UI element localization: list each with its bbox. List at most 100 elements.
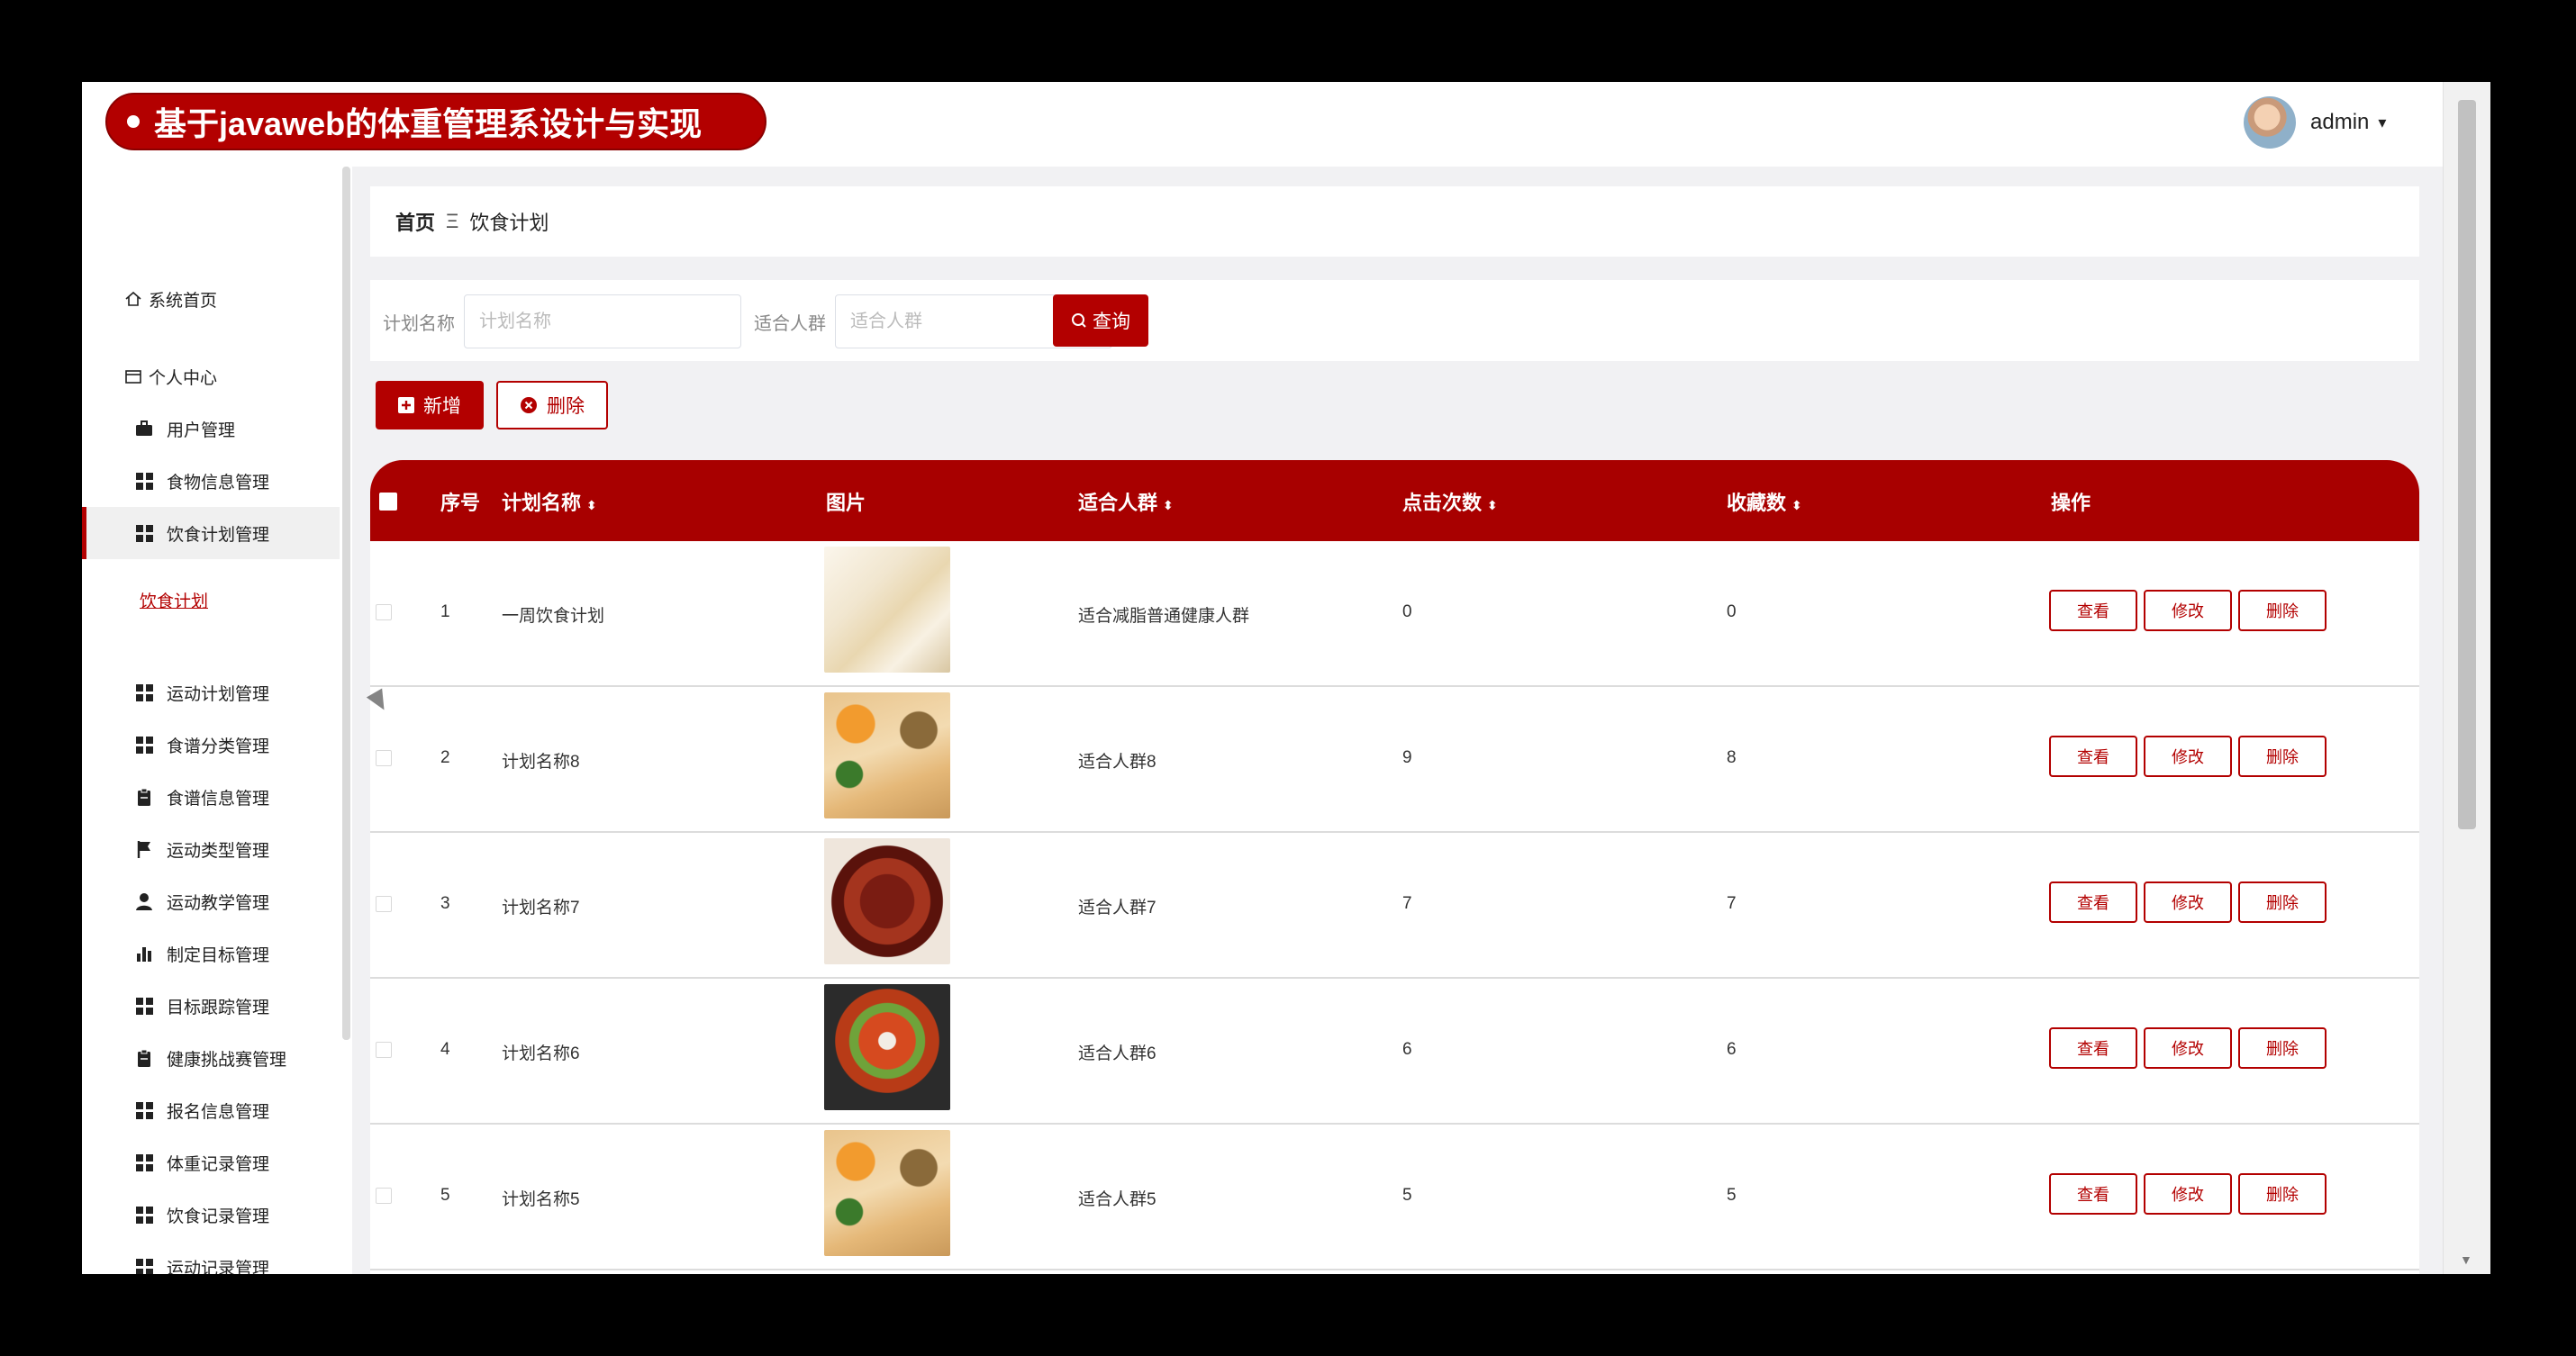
search-button[interactable]: 查询 xyxy=(1053,294,1148,347)
edit-button[interactable]: 修改 xyxy=(2144,736,2232,777)
grid-icon xyxy=(134,1153,154,1172)
scroll-down-icon[interactable]: ▼ xyxy=(2460,1252,2472,1267)
view-button[interactable]: 查看 xyxy=(2049,881,2137,923)
diet-plan-table: 序号 计划名称 ⬍ 图片 适合人群 ⬍ 点击次数 ⬍ 收藏数 ⬍ 操作 1 一周饮食计划适… xyxy=(370,460,2419,1274)
sidebar-item[interactable]: 食谱信息管理 xyxy=(82,771,340,823)
sidebar-item-label: 食谱分类管理 xyxy=(167,737,270,756)
header-crowd[interactable]: 适合人群 ⬍ xyxy=(1078,487,1174,516)
batch-delete-button[interactable]: 删除 xyxy=(496,381,608,429)
app-window: 基于javaweb的体重管理系设计与实现 admin ▾ ▼ 系统首页 个人中心… xyxy=(82,82,2490,1274)
grid-icon xyxy=(134,683,154,702)
view-button[interactable]: 查看 xyxy=(2049,590,2137,631)
cell-clicks: 5 xyxy=(1402,1186,1412,1205)
breadcrumb-separator-icon: Ξ xyxy=(446,210,459,232)
sidebar-item[interactable]: 目标跟踪管理 xyxy=(82,980,340,1032)
header-crowd-label: 适合人群 xyxy=(1078,492,1158,514)
sort-icon[interactable]: ⬍ xyxy=(1487,498,1498,512)
sidebar-item-label: 系统首页 xyxy=(149,291,218,311)
sidebar-scrollbar[interactable] xyxy=(342,167,350,1040)
sidebar-item-label: 体重记录管理 xyxy=(167,1154,270,1174)
row-delete-button[interactable]: 删除 xyxy=(2238,736,2327,777)
header-plan-name[interactable]: 计划名称 ⬍ xyxy=(502,487,597,516)
page-scrollbar[interactable]: ▼ xyxy=(2443,82,2490,1274)
row-checkbox[interactable] xyxy=(376,1188,392,1204)
cell-crowd: 适合人群6 xyxy=(1078,1044,1156,1063)
header-favorites[interactable]: 收藏数 ⬍ xyxy=(1727,487,1802,516)
cell-favorites: 8 xyxy=(1727,748,1737,767)
cell-clicks: 0 xyxy=(1402,602,1412,621)
view-button[interactable]: 查看 xyxy=(2049,736,2137,777)
cell-favorites: 5 xyxy=(1727,1186,1737,1205)
sidebar-item[interactable]: 运动计划管理 xyxy=(82,666,340,719)
table-row[interactable]: 1 一周饮食计划 适合减脂普通健康人群 0 0 查看 修改 删除 xyxy=(370,541,2419,687)
sidebar-item[interactable]: 饮食记录管理 xyxy=(82,1189,340,1241)
search-icon xyxy=(1071,312,1087,329)
sidebar-item[interactable]: 用户管理 xyxy=(82,402,340,455)
edit-button[interactable]: 修改 xyxy=(2144,590,2232,631)
table-row[interactable]: 3 计划名称7 适合人群7 7 7 查看 修改 删除 xyxy=(370,833,2419,979)
calendar-icon xyxy=(123,366,143,386)
edit-button[interactable]: 修改 xyxy=(2144,1173,2232,1215)
sidebar-item[interactable]: 运动教学管理 xyxy=(82,875,340,927)
edit-button[interactable]: 修改 xyxy=(2144,1027,2232,1069)
table-header: 序号 计划名称 ⬍ 图片 适合人群 ⬍ 点击次数 ⬍ 收藏数 ⬍ 操作 xyxy=(370,460,2419,541)
view-button[interactable]: 查看 xyxy=(2049,1027,2137,1069)
sidebar-item[interactable]: 食物信息管理 xyxy=(82,455,340,507)
sidebar-item[interactable]: 食谱分类管理 xyxy=(82,719,340,771)
top-header: 基于javaweb的体重管理系设计与实现 admin ▾ xyxy=(82,82,2443,167)
sidebar-item-home[interactable]: 系统首页 xyxy=(82,273,340,325)
plus-square-icon xyxy=(398,397,414,413)
cell-index: 1 xyxy=(440,602,450,621)
sidebar-item[interactable]: 健康挑战赛管理 xyxy=(82,1032,340,1084)
header-clicks[interactable]: 点击次数 ⬍ xyxy=(1402,487,1498,516)
sidebar-item[interactable]: 报名信息管理 xyxy=(82,1084,340,1136)
select-all-checkbox[interactable] xyxy=(379,493,397,511)
row-checkbox[interactable] xyxy=(376,896,392,912)
table-row[interactable]: 5 计划名称5 适合人群5 5 5 查看 修改 删除 xyxy=(370,1125,2419,1270)
cell-index: 2 xyxy=(440,748,450,767)
sidebar-submenu-diet-plan[interactable]: 饮食计划 xyxy=(140,588,208,612)
user-name[interactable]: admin xyxy=(2310,110,2369,135)
sort-icon[interactable]: ⬍ xyxy=(586,498,597,512)
header-operations: 操作 xyxy=(2051,492,2091,514)
cell-clicks: 9 xyxy=(1402,748,1412,767)
plan-image xyxy=(824,547,950,673)
user-icon xyxy=(134,891,154,911)
plan-name-input[interactable] xyxy=(464,294,741,348)
sidebar-item[interactable]: 饮食计划管理 xyxy=(82,507,340,559)
row-checkbox[interactable] xyxy=(376,1042,392,1058)
sidebar-item[interactable]: 运动类型管理 xyxy=(82,823,340,875)
cell-crowd: 适合人群7 xyxy=(1078,899,1156,918)
user-menu[interactable]: admin ▾ xyxy=(2244,96,2386,149)
edit-button[interactable]: 修改 xyxy=(2144,881,2232,923)
scrollbar-thumb[interactable] xyxy=(2458,100,2476,829)
view-button[interactable]: 查看 xyxy=(2049,1173,2137,1215)
cell-favorites: 0 xyxy=(1727,602,1737,621)
row-delete-button[interactable]: 删除 xyxy=(2238,881,2327,923)
chevron-down-icon[interactable]: ▾ xyxy=(2378,113,2386,132)
row-delete-button[interactable]: 删除 xyxy=(2238,1173,2327,1215)
plan-image xyxy=(824,692,950,818)
header-clicks-label: 点击次数 xyxy=(1402,492,1483,514)
table-row[interactable]: 2 计划名称8 适合人群8 9 8 查看 修改 删除 xyxy=(370,687,2419,833)
row-checkbox[interactable] xyxy=(376,604,392,620)
cell-plan-name: 计划名称5 xyxy=(502,1190,580,1209)
row-checkbox[interactable] xyxy=(376,750,392,766)
plan-name-label: 计划名称 xyxy=(383,314,455,334)
sidebar-item-personal-center[interactable]: 个人中心 xyxy=(82,350,340,402)
cell-plan-name: 一周饮食计划 xyxy=(502,607,605,626)
sidebar-item-label: 健康挑战赛管理 xyxy=(167,1050,287,1070)
crowd-label: 适合人群 xyxy=(754,314,826,334)
row-delete-button[interactable]: 删除 xyxy=(2238,1027,2327,1069)
sort-icon[interactable]: ⬍ xyxy=(1791,498,1802,512)
sidebar-item-label: 用户管理 xyxy=(167,420,236,440)
table-row[interactable]: 4 计划名称6 适合人群6 6 6 查看 修改 删除 xyxy=(370,979,2419,1125)
sidebar-item[interactable]: 体重记录管理 xyxy=(82,1136,340,1189)
add-button[interactable]: 新增 xyxy=(376,381,484,429)
sidebar-item[interactable]: 运动记录管理 xyxy=(82,1241,340,1274)
breadcrumb-home[interactable]: 首页 xyxy=(395,207,435,236)
sidebar-item[interactable]: 制定目标管理 xyxy=(82,927,340,980)
row-delete-button[interactable]: 删除 xyxy=(2238,590,2327,631)
avatar[interactable] xyxy=(2244,96,2296,149)
sort-icon[interactable]: ⬍ xyxy=(1163,498,1174,512)
